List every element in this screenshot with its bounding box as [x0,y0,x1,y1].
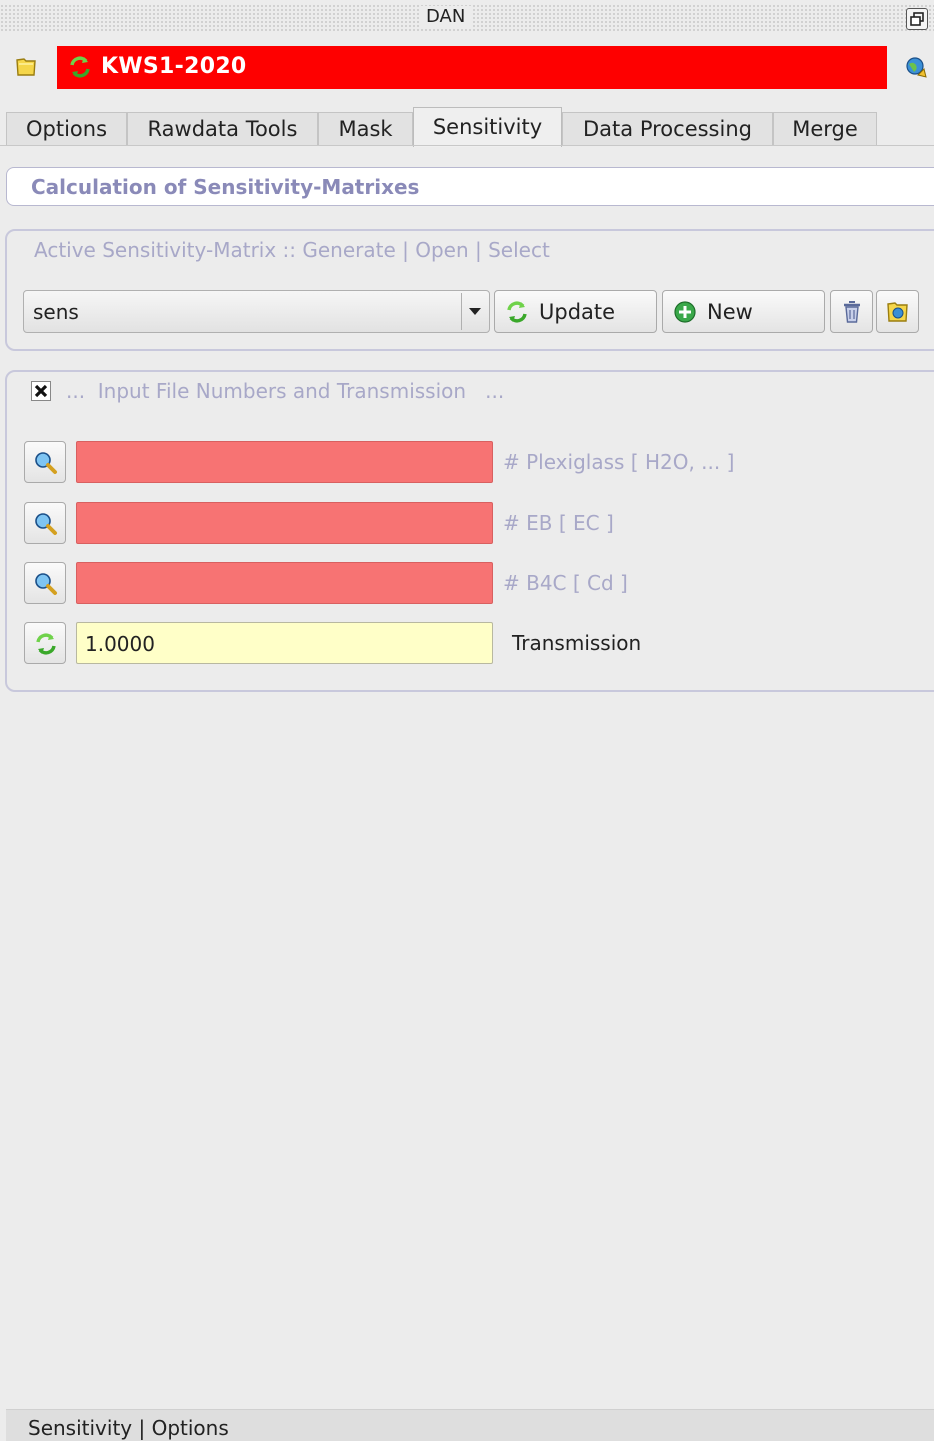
tab-label: Mask [338,117,393,141]
open-button[interactable] [876,290,919,333]
globe-icon[interactable] [904,55,930,85]
search-icon [33,571,59,601]
restore-window-button[interactable] [906,8,928,30]
delete-icon [839,299,865,329]
eb-hint: # EB [ EC ] [503,511,614,535]
tab-sensitivity[interactable]: Sensitivity [413,107,562,147]
transmission-input[interactable]: 1.0000 [76,622,493,664]
input-files-checkbox[interactable] [31,381,51,401]
sensitivity-matrix-select[interactable]: sens [23,290,490,333]
browse-eb-button[interactable] [24,502,66,544]
browse-b4c-button[interactable] [24,562,66,604]
calculate-transmission-button[interactable] [24,622,66,664]
tab-label: Rawdata Tools [147,117,298,141]
eb-input[interactable] [76,502,493,544]
input-files-group-title: ... Input File Numbers and Transmission … [66,379,505,403]
tab-data-processing[interactable]: Data Processing [562,112,773,145]
refresh-icon[interactable] [67,54,93,84]
b4c-input[interactable] [76,562,493,604]
tab-mask[interactable]: Mask [318,112,413,145]
tab-options[interactable]: Options [6,112,127,145]
delete-button[interactable] [830,290,873,333]
status-bar: Sensitivity | Options [6,1409,934,1441]
instrument-name: KWS1-2020 [101,54,247,79]
transmission-label: Transmission [512,631,642,655]
tab-label: Sensitivity [432,115,543,139]
tab-label: Data Processing [583,117,752,141]
section-title: Calculation of Sensitivity-Matrixes [31,175,420,199]
chevron-down-icon [469,308,481,315]
plexiglass-input[interactable] [76,441,493,483]
checkbox-icon [34,384,48,398]
update-button[interactable]: Update [494,290,657,333]
b4c-hint: # B4C [ Cd ] [503,571,628,595]
search-icon [33,450,59,480]
browse-plexiglass-button[interactable] [24,441,66,483]
combo-separator [461,293,462,330]
restore-icon [910,12,924,26]
window-title: DAN [420,6,472,27]
active-matrix-group-title: Active Sensitivity-Matrix :: Generate | … [34,238,550,262]
open-icon [885,299,911,329]
tab-label: Options [25,117,108,141]
status-text: Sensitivity | Options [28,1416,229,1440]
refresh-icon [33,631,59,661]
update-label: Update [539,300,616,324]
tab-rawdata-tools[interactable]: Rawdata Tools [127,112,318,145]
tab-label: Merge [792,117,858,141]
folder-icon[interactable] [14,55,38,83]
tab-divider [0,145,934,146]
tab-merge[interactable]: Merge [773,112,877,145]
refresh-icon [504,299,530,329]
plexiglass-hint: # Plexiglass [ H2O, ... ] [503,450,735,474]
combo-value: sens [33,300,79,324]
new-icon [673,300,697,328]
new-label: New [707,300,753,324]
section-header: Calculation of Sensitivity-Matrixes [6,167,934,206]
transmission-value: 1.0000 [85,632,155,656]
window-title-bar: DAN [0,4,934,32]
search-icon [33,511,59,541]
instrument-banner: KWS1-2020 [57,46,887,89]
new-button[interactable]: New [662,290,825,333]
